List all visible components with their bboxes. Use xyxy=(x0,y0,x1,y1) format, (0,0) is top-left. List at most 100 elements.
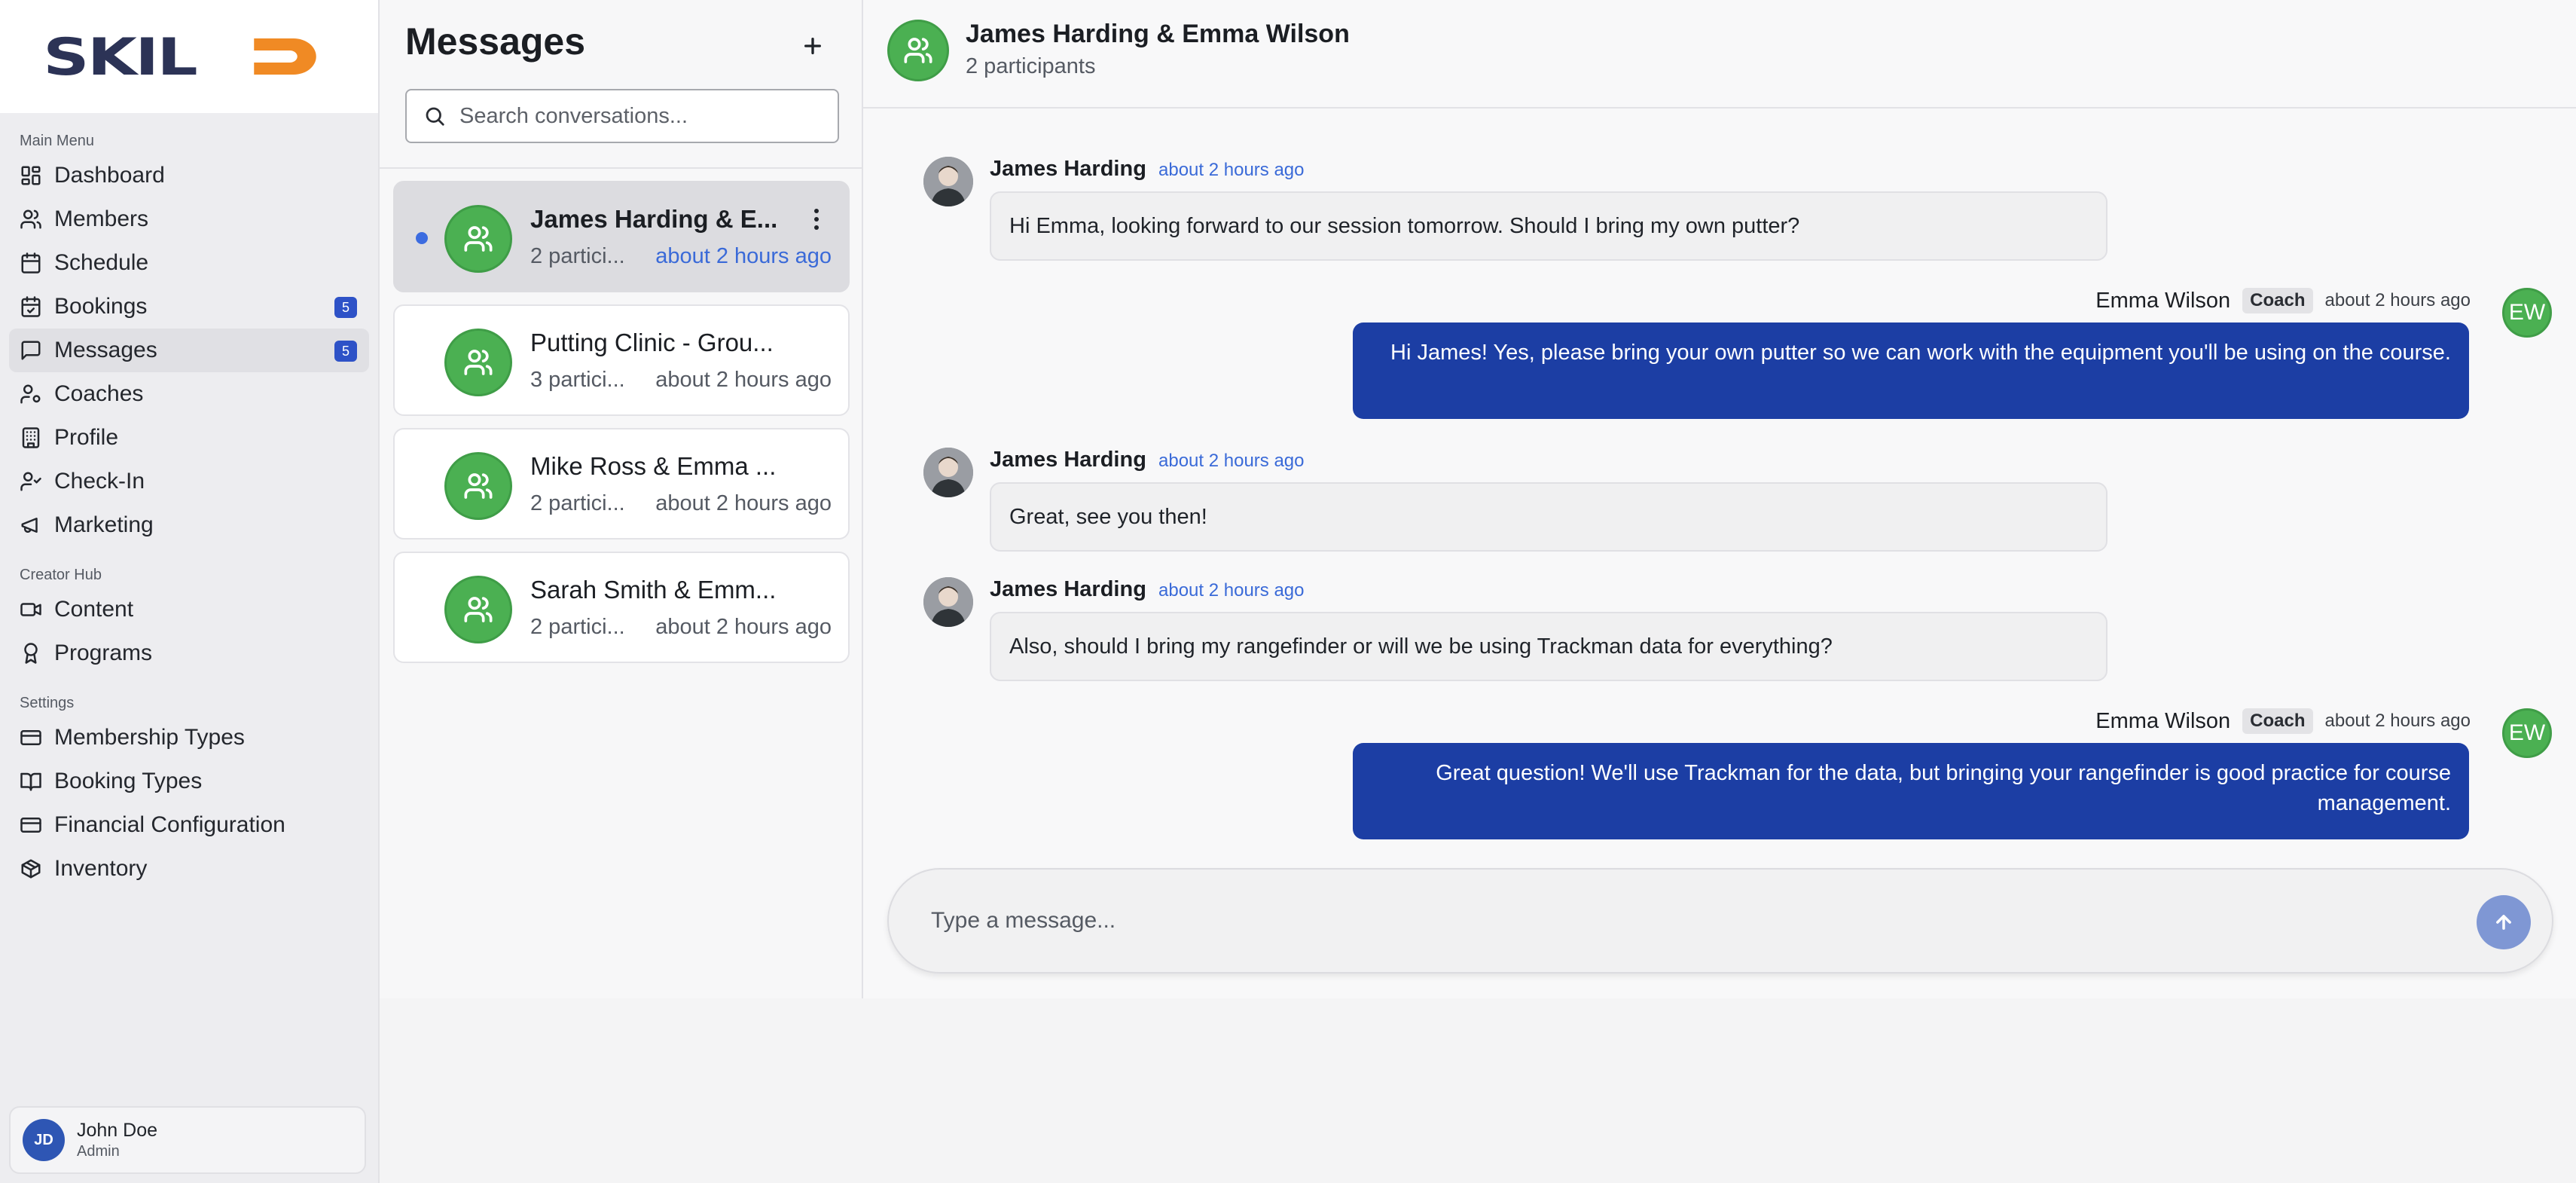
search-box xyxy=(405,89,839,143)
sidebar-item-marketing[interactable]: Marketing xyxy=(9,503,369,547)
sidebar-item-dashboard[interactable]: Dashboard xyxy=(9,154,369,197)
plus-icon xyxy=(804,38,821,54)
credit-card-icon xyxy=(20,726,42,749)
conversation-item[interactable]: Mike Ross & Emma ... 2 partici... about … xyxy=(393,428,850,540)
logo[interactable]: SKIL xyxy=(43,32,335,81)
chat-participant-count: 2 participants xyxy=(966,54,1096,78)
sidebar-item-coaches[interactable]: Coaches xyxy=(9,372,369,416)
conversation-time: about 2 hours ago xyxy=(655,615,832,639)
book-open-icon xyxy=(20,770,42,793)
message-meta: Emma Wilson Coach about 2 hours ago xyxy=(2095,288,2471,313)
conversation-participants: 2 partici... xyxy=(530,244,625,268)
user-name: John Doe xyxy=(77,1120,158,1141)
users-icon xyxy=(464,597,493,622)
message-meta: Emma Wilson Coach about 2 hours ago xyxy=(2095,708,2471,734)
send-button[interactable] xyxy=(2477,895,2531,949)
conversation-item[interactable]: James Harding & E... 2 partici... about … xyxy=(393,181,850,292)
building-icon xyxy=(20,426,42,449)
logo-area: SKIL xyxy=(0,0,378,113)
video-icon xyxy=(20,598,42,621)
sidebar-item-check-in[interactable]: Check-In xyxy=(9,460,369,503)
sidebar-item-label: Members xyxy=(54,206,149,231)
section-label-main-menu: Main Menu xyxy=(20,133,94,149)
message-time: about 2 hours ago xyxy=(2324,711,2471,731)
sidebar-item-label: Schedule xyxy=(54,250,149,275)
sidebar-item-label: Messages xyxy=(54,338,157,362)
section-label-creator-hub: Creator Hub xyxy=(20,567,102,583)
group-avatar xyxy=(444,452,512,520)
sidebar: SKIL Main Menu Dashboard Members Schedul… xyxy=(0,0,380,1183)
sidebar-item-label: Marketing xyxy=(54,512,154,537)
message-bubble: Great question! We'll use Trackman for t… xyxy=(1353,743,2469,839)
message-time: about 2 hours ago xyxy=(1158,580,1305,601)
sidebar-item-profile[interactable]: Profile xyxy=(9,416,369,460)
more-options-button[interactable] xyxy=(807,205,826,234)
avatar: JD xyxy=(23,1119,65,1161)
award-icon xyxy=(20,642,42,665)
message-input[interactable] xyxy=(931,908,2407,934)
message-outgoing: Emma Wilson Coach about 2 hours ago EW H… xyxy=(1317,288,2552,423)
sidebar-item-label: Coaches xyxy=(54,381,144,406)
avatar: EW xyxy=(2502,708,2552,758)
message-bubble: Great, see you then! xyxy=(990,482,2107,552)
sidebar-item-schedule[interactable]: Schedule xyxy=(9,241,369,285)
users-icon xyxy=(20,208,42,231)
person-photo-icon xyxy=(923,448,973,497)
coach-badge: Coach xyxy=(2242,288,2313,313)
svg-text:SKIL: SKIL xyxy=(43,32,196,81)
message-sender: Emma Wilson xyxy=(2095,288,2231,313)
sidebar-item-label: Membership Types xyxy=(54,725,245,750)
chat-title: James Harding & Emma Wilson xyxy=(966,20,1350,48)
conversation-name: James Harding & E... xyxy=(530,205,778,233)
sidebar-item-inventory[interactable]: Inventory xyxy=(9,847,369,891)
credit-card-icon xyxy=(20,814,42,836)
arrow-up-icon xyxy=(2496,915,2511,930)
message-composer xyxy=(887,868,2553,974)
conversation-item[interactable]: Sarah Smith & Emm... 2 partici... about … xyxy=(393,552,850,663)
message-bubble: Hi Emma, looking forward to our session … xyxy=(990,191,2107,261)
message-time: about 2 hours ago xyxy=(1158,160,1305,180)
user-profile-card[interactable]: JD John Doe Admin xyxy=(9,1106,366,1174)
dashboard-icon xyxy=(20,164,42,187)
message-time: about 2 hours ago xyxy=(1158,451,1305,471)
sidebar-item-label: Financial Configuration xyxy=(54,812,285,837)
unread-indicator xyxy=(416,232,428,244)
new-conversation-button[interactable] xyxy=(792,26,833,66)
conversation-name: Sarah Smith & Emm... xyxy=(530,576,777,604)
search-icon xyxy=(426,107,444,126)
sidebar-item-programs[interactable]: Programs xyxy=(9,631,369,675)
avatar xyxy=(923,448,973,497)
sidebar-item-content[interactable]: Content xyxy=(9,588,369,631)
search-input[interactable] xyxy=(459,103,821,129)
message-sender: James Harding xyxy=(990,157,1146,181)
sidebar-item-label: Check-In xyxy=(54,469,145,494)
calendar-check-icon xyxy=(20,295,42,318)
avatar xyxy=(923,577,973,627)
person-photo-icon xyxy=(923,577,973,627)
conversation-participants: 2 partici... xyxy=(530,615,625,639)
sidebar-item-bookings[interactable]: Bookings 5 xyxy=(9,285,369,329)
sidebar-item-messages[interactable]: Messages 5 xyxy=(9,329,369,372)
message-bubble: Hi James! Yes, please bring your own put… xyxy=(1353,322,2469,419)
sidebar-item-booking-types[interactable]: Booking Types xyxy=(9,760,369,803)
conversation-participants: 3 partici... xyxy=(530,368,625,392)
conversation-time: about 2 hours ago xyxy=(655,491,832,515)
message-bubble: Also, should I bring my rangefinder or w… xyxy=(990,612,2107,681)
group-avatar xyxy=(444,205,512,273)
conversation-list-panel: Messages James Harding & E... 2 partici.… xyxy=(380,0,863,998)
sidebar-item-membership-types[interactable]: Membership Types xyxy=(9,716,369,760)
sidebar-item-label: Inventory xyxy=(54,856,148,881)
megaphone-icon xyxy=(20,514,42,536)
sidebar-item-label: Programs xyxy=(54,640,153,665)
group-avatar xyxy=(887,20,949,81)
users-icon xyxy=(464,473,493,499)
users-icon xyxy=(464,226,493,252)
coach-badge: Coach xyxy=(2242,708,2313,734)
message-sender: Emma Wilson xyxy=(2095,708,2231,733)
sidebar-item-label: Dashboard xyxy=(54,163,165,188)
chat-panel: James Harding & Emma Wilson 2 participan… xyxy=(863,0,2576,998)
sidebar-item-financial-configuration[interactable]: Financial Configuration xyxy=(9,803,369,847)
conversation-item[interactable]: Putting Clinic - Grou... 3 partici... ab… xyxy=(393,304,850,416)
group-avatar xyxy=(444,329,512,396)
sidebar-item-members[interactable]: Members xyxy=(9,197,369,241)
